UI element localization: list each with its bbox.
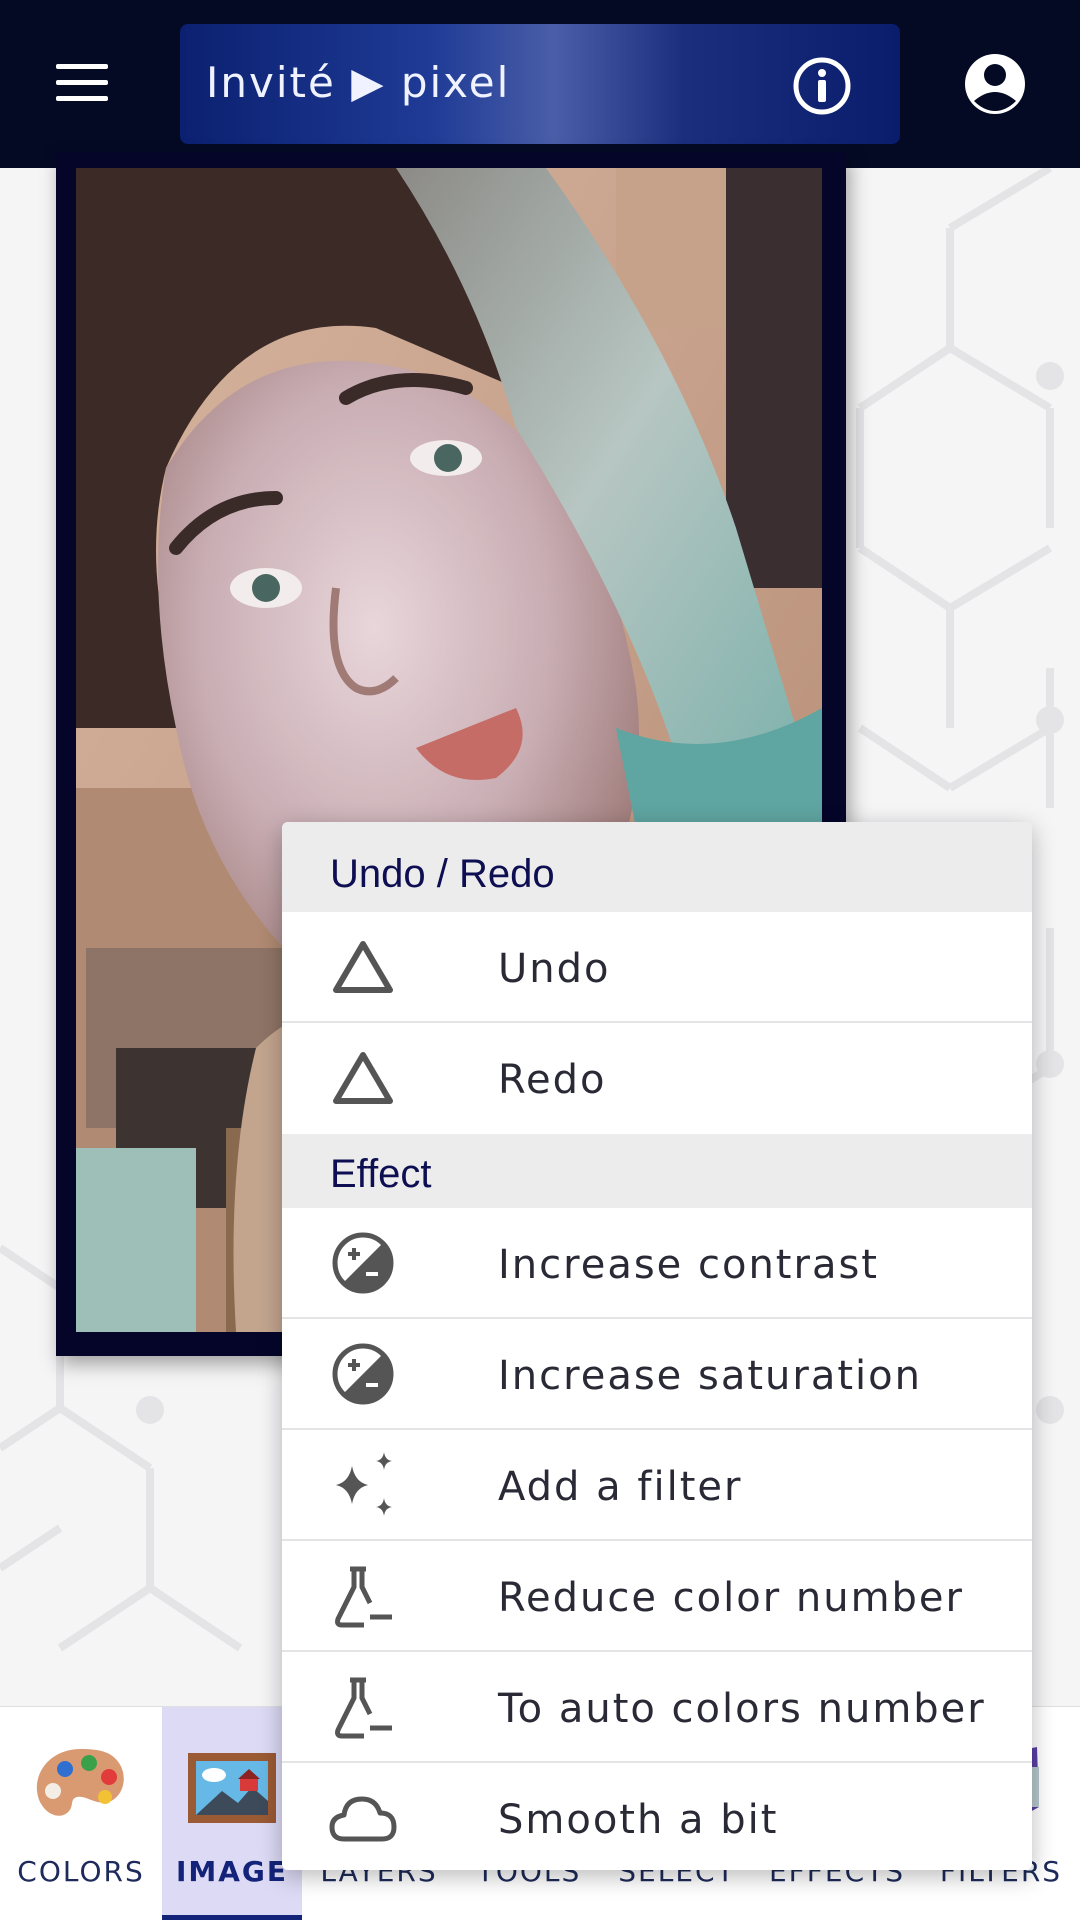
menu-item-undo[interactable]: Undo [282, 912, 1032, 1023]
menu-item-add-filter[interactable]: Add a filter [282, 1430, 1032, 1541]
menu-item-redo[interactable]: Redo [282, 1023, 1032, 1134]
section-header-undo-redo: Undo / Redo [282, 822, 1032, 912]
menu-item-label: Redo [498, 1057, 607, 1103]
contrast-icon [332, 1232, 394, 1294]
nav-tab-colors[interactable]: COLORS [6, 1707, 156, 1920]
menu-item-label: Reduce color number [498, 1575, 964, 1621]
flask-minus-icon [335, 1566, 392, 1628]
menu-item-label: Increase saturation [498, 1353, 922, 1399]
menu-item-label: To auto colors number [498, 1686, 986, 1732]
framed-picture-icon [188, 1753, 276, 1823]
menu-item-label: Add a filter [498, 1464, 743, 1510]
menu-item-smooth-a-bit[interactable]: Smooth a bit [282, 1763, 1032, 1870]
image-actions-menu: Undo / Redo Undo Redo Effect Increase co… [282, 822, 1032, 1870]
menu-item-reduce-color-number[interactable]: Reduce color number [282, 1541, 1032, 1652]
triangle-icon [333, 1052, 393, 1104]
account-circle-icon[interactable] [964, 53, 1026, 115]
nav-label-colors: COLORS [17, 1855, 145, 1888]
nav-tab-image[interactable]: IMAGE [162, 1707, 302, 1920]
nav-label-image: IMAGE [175, 1855, 289, 1888]
triangle-icon [333, 941, 393, 993]
menu-item-increase-contrast[interactable]: Increase contrast [282, 1208, 1032, 1319]
top-app-bar: Invité ▶ pixel [0, 0, 1080, 168]
sparkles-icon [336, 1452, 392, 1516]
hamburger-icon[interactable] [52, 58, 112, 110]
breadcrumb-title: Invité ▶ pixel [206, 58, 511, 107]
menu-item-label: Increase contrast [498, 1242, 879, 1288]
cloud-icon [329, 1796, 397, 1842]
flask-minus-icon [335, 1677, 392, 1739]
menu-item-increase-saturation[interactable]: Increase saturation [282, 1319, 1032, 1430]
menu-item-label: Smooth a bit [498, 1797, 779, 1843]
palette-icon [36, 1749, 124, 1816]
menu-item-label: Undo [498, 946, 611, 992]
menu-item-auto-colors-number[interactable]: To auto colors number [282, 1652, 1032, 1763]
contrast-icon [332, 1343, 394, 1405]
info-icon[interactable] [792, 56, 852, 116]
title-bar: Invité ▶ pixel [180, 24, 900, 144]
section-header-effect: Effect [282, 1134, 1032, 1208]
